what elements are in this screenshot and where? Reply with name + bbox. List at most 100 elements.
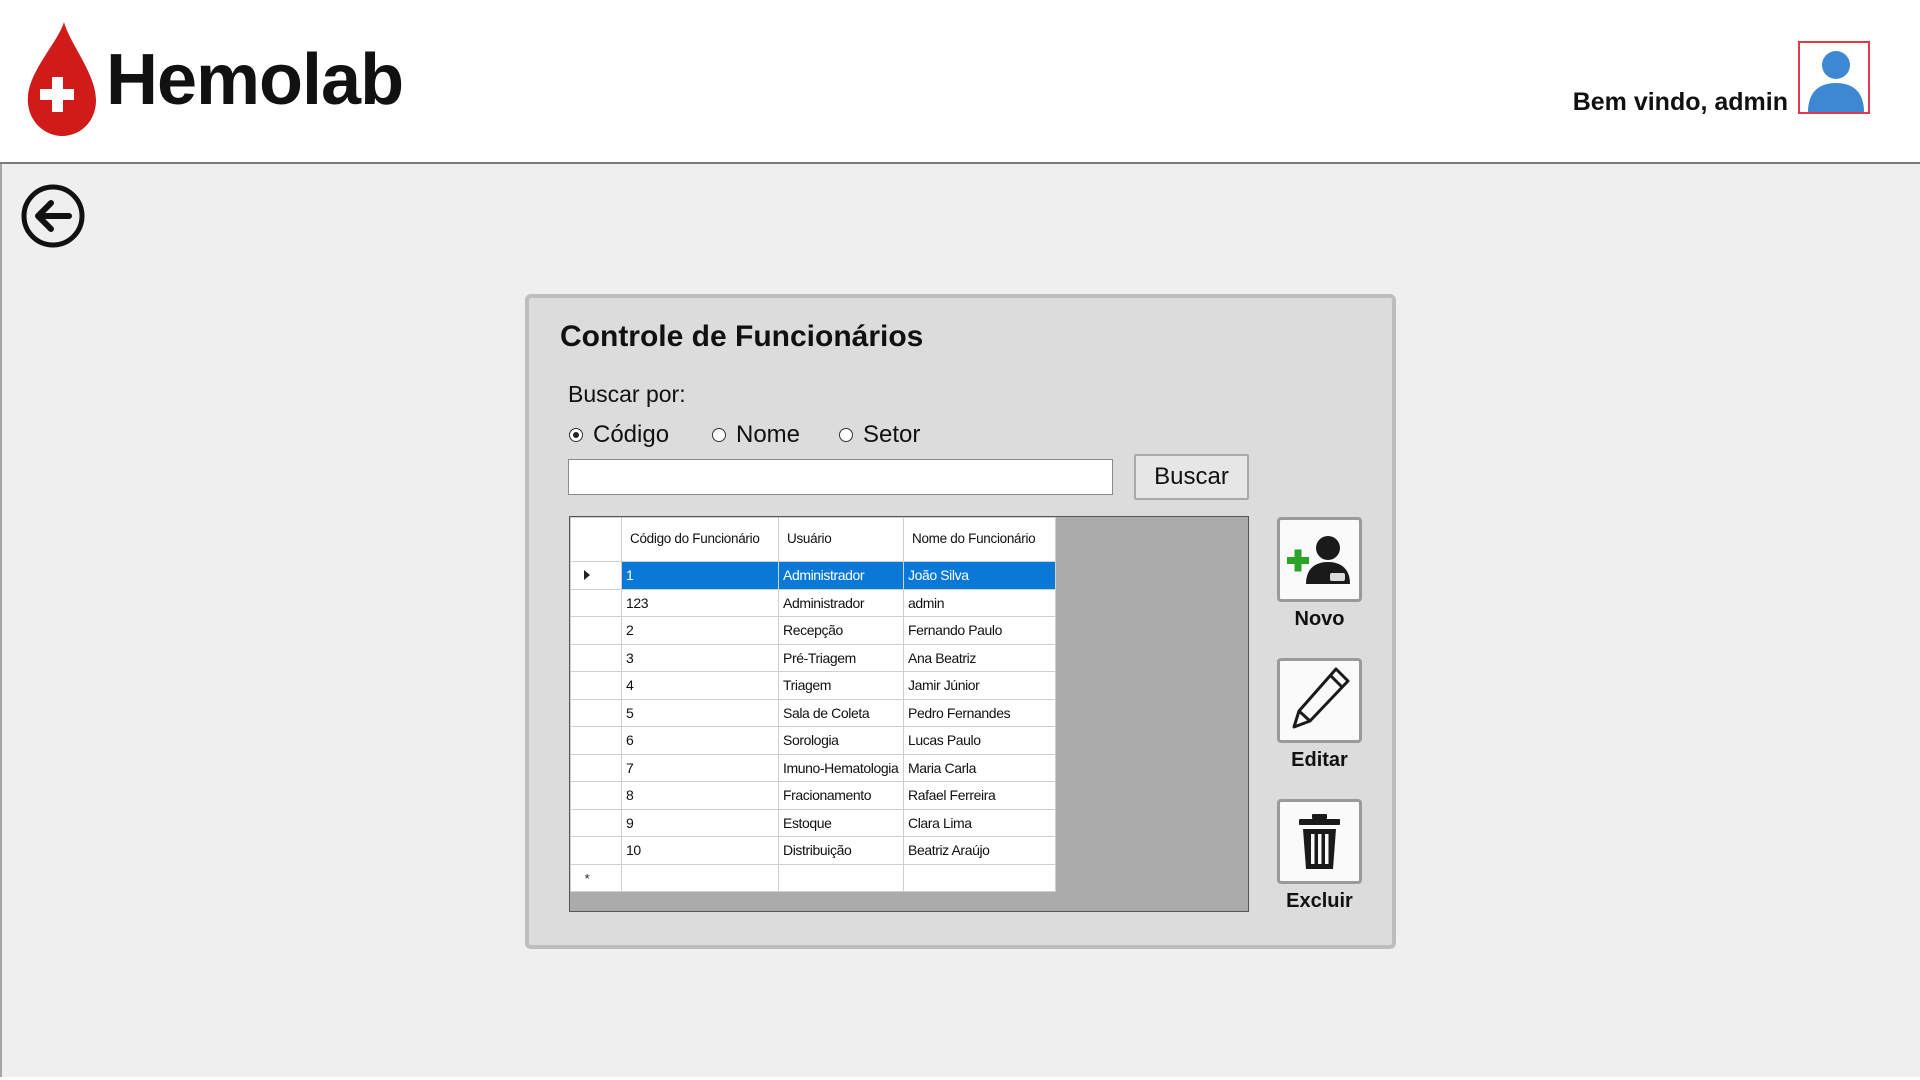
row-header-cell[interactable]: [570, 753, 622, 782]
row-header-cell[interactable]: [570, 698, 622, 727]
cell-usuario[interactable]: Fracionamento: [778, 781, 904, 810]
column-header-nome[interactable]: Nome do Funcionário: [903, 517, 1056, 562]
new-row-cell[interactable]: [903, 863, 1056, 892]
radio-codigo[interactable]: Código: [569, 420, 669, 450]
row-header-cell[interactable]: [570, 726, 622, 755]
cell-nome[interactable]: Fernando Paulo: [903, 616, 1056, 645]
cell-usuario[interactable]: Administrador: [778, 588, 904, 617]
new-row-marker: *: [584, 870, 590, 886]
radio-setor-circle[interactable]: [839, 428, 853, 442]
cell-codigo[interactable]: 7: [621, 753, 779, 782]
radio-setor-label: Setor: [863, 421, 921, 448]
cell-usuario[interactable]: Recepção: [778, 616, 904, 645]
pencil-icon: [1292, 667, 1350, 729]
row-header-cell[interactable]: [570, 671, 622, 700]
page-title: Controle de Funcionários: [560, 320, 924, 353]
radio-nome-label: Nome: [736, 421, 801, 448]
row-header-cell[interactable]: [570, 561, 622, 590]
cell-nome[interactable]: Ana Beatriz: [903, 643, 1056, 672]
welcome-message: Bem vindo, admin: [1572, 88, 1788, 116]
table-row[interactable]: 123 Administrador admin: [570, 588, 1056, 617]
cell-usuario[interactable]: Administrador: [778, 561, 904, 590]
app-logo-text: Hemolab: [106, 40, 404, 120]
current-row-arrow-icon: [584, 570, 590, 581]
row-header-cell[interactable]: [570, 781, 622, 810]
cell-codigo[interactable]: 8: [621, 781, 779, 810]
excluir-button[interactable]: [1277, 799, 1362, 884]
cell-codigo[interactable]: 1: [621, 561, 779, 590]
column-header-codigo[interactable]: Código do Funcionário: [621, 517, 779, 562]
table-row[interactable]: 9 Estoque Clara Lima: [570, 808, 1056, 837]
table-header-row: Código do Funcionário Usuário Nome do Fu…: [570, 517, 1056, 562]
novo-label: Novo: [1294, 608, 1345, 630]
cell-codigo[interactable]: 3: [621, 643, 779, 672]
row-header-cell[interactable]: *: [570, 863, 622, 892]
cell-nome[interactable]: Pedro Fernandes: [903, 698, 1056, 727]
row-header-cell[interactable]: [570, 808, 622, 837]
table-row[interactable]: 1 Administrador João Silva: [570, 561, 1056, 590]
search-input[interactable]: [568, 459, 1113, 495]
radio-setor[interactable]: Setor: [839, 420, 920, 450]
cell-codigo[interactable]: 4: [621, 671, 779, 700]
search-by-label: Buscar por:: [568, 381, 686, 407]
back-arrow-icon[interactable]: [20, 183, 86, 249]
cell-codigo[interactable]: 5: [621, 698, 779, 727]
user-avatar-button[interactable]: [1798, 41, 1870, 114]
cell-nome[interactable]: Maria Carla: [903, 753, 1056, 782]
cell-codigo[interactable]: 10: [621, 836, 779, 865]
radio-nome[interactable]: Nome: [712, 420, 800, 450]
cell-codigo[interactable]: 9: [621, 808, 779, 837]
cell-nome[interactable]: Lucas Paulo: [903, 726, 1056, 755]
cell-codigo[interactable]: 6: [621, 726, 779, 755]
employees-table: Código do Funcionário Usuário Nome do Fu…: [570, 517, 1056, 892]
blood-drop-logo-icon: [27, 22, 97, 136]
cell-codigo[interactable]: 123: [621, 588, 779, 617]
new-row-cell[interactable]: [621, 863, 779, 892]
search-button[interactable]: Buscar: [1134, 454, 1249, 500]
app-header: Hemolab Bem vindo, admin: [0, 0, 1920, 162]
cell-usuario[interactable]: Distribuição: [778, 836, 904, 865]
radio-codigo-circle[interactable]: [569, 428, 583, 442]
column-header-usuario[interactable]: Usuário: [778, 517, 904, 562]
cell-codigo[interactable]: 2: [621, 616, 779, 645]
user-avatar-icon: [1808, 51, 1864, 112]
cell-usuario[interactable]: Pré-Triagem: [778, 643, 904, 672]
cell-usuario[interactable]: Estoque: [778, 808, 904, 837]
add-user-icon: [1287, 536, 1350, 584]
cell-nome[interactable]: João Silva: [903, 561, 1056, 590]
cell-nome[interactable]: Beatriz Araújo: [903, 836, 1056, 865]
row-header-cell[interactable]: [570, 643, 622, 672]
employees-grid[interactable]: Código do Funcionário Usuário Nome do Fu…: [569, 516, 1249, 912]
cell-usuario[interactable]: Sala de Coleta: [778, 698, 904, 727]
table-row[interactable]: 6 Sorologia Lucas Paulo: [570, 726, 1056, 755]
table-row[interactable]: 4 Triagem Jamir Júnior: [570, 671, 1056, 700]
cell-usuario[interactable]: Sorologia: [778, 726, 904, 755]
row-header-cell[interactable]: [570, 836, 622, 865]
row-header-corner: [570, 517, 622, 562]
table-row[interactable]: 2 Recepção Fernando Paulo: [570, 616, 1056, 645]
new-row-cell[interactable]: [778, 863, 904, 892]
radio-codigo-label: Código: [593, 421, 670, 448]
table-row[interactable]: 3 Pré-Triagem Ana Beatriz: [570, 643, 1056, 672]
row-header-cell[interactable]: [570, 588, 622, 617]
novo-button[interactable]: [1277, 517, 1362, 602]
editar-label: Editar: [1291, 749, 1348, 771]
cell-nome[interactable]: Clara Lima: [903, 808, 1056, 837]
table-body: 1 Administrador João Silva 123 Administrador…: [570, 561, 1056, 892]
table-row[interactable]: 7 Imuno-Hematologia Maria Carla: [570, 753, 1056, 782]
table-row[interactable]: 10 Distribuição Beatriz Araújo: [570, 836, 1056, 865]
left-border: [0, 164, 2, 1080]
editar-button[interactable]: [1277, 658, 1362, 743]
cell-nome[interactable]: Rafael Ferreira: [903, 781, 1056, 810]
cell-usuario[interactable]: Imuno-Hematologia: [778, 753, 904, 782]
row-header-cell[interactable]: [570, 616, 622, 645]
table-row[interactable]: 5 Sala de Coleta Pedro Fernandes: [570, 698, 1056, 727]
trash-icon: [1299, 814, 1340, 869]
cell-nome[interactable]: admin: [903, 588, 1056, 617]
radio-nome-circle[interactable]: [712, 428, 726, 442]
cell-usuario[interactable]: Triagem: [778, 671, 904, 700]
excluir-label: Excluir: [1286, 890, 1353, 912]
new-row[interactable]: *: [570, 863, 1056, 892]
cell-nome[interactable]: Jamir Júnior: [903, 671, 1056, 700]
table-row[interactable]: 8 Fracionamento Rafael Ferreira: [570, 781, 1056, 810]
